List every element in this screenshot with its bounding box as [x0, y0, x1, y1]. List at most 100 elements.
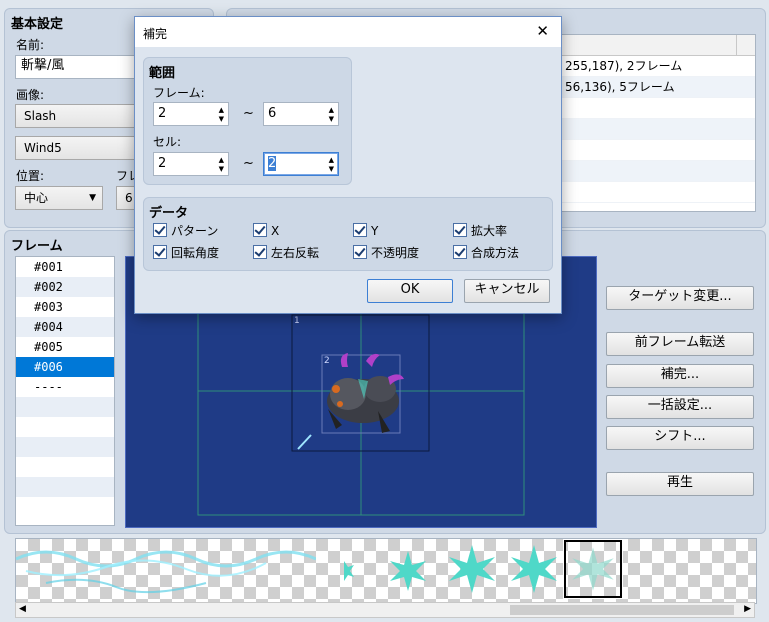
- timing-row-empty[interactable]: [561, 161, 755, 182]
- checkbox-checked-icon[interactable]: [353, 223, 367, 237]
- burst-thumb: [344, 561, 354, 581]
- timing-row-empty[interactable]: [561, 119, 755, 140]
- dialog-title: 補完: [143, 27, 168, 41]
- position-select[interactable]: 中心 ▼: [15, 186, 103, 210]
- target-change-button[interactable]: ターゲット変更...: [606, 286, 754, 310]
- blend-checkbox-label: 合成方法: [471, 246, 520, 260]
- spin-up-icon[interactable]: ▲: [329, 156, 334, 164]
- monster-sprite: [327, 353, 404, 433]
- frame-item-selected[interactable]: #006: [16, 357, 114, 377]
- frame-item[interactable]: #004: [16, 317, 114, 337]
- timing-row-empty[interactable]: [561, 140, 755, 161]
- scale-checkbox-label: 拡大率: [471, 224, 508, 238]
- image2-value: Wind5: [24, 141, 62, 155]
- checkbox-checked-icon[interactable]: [453, 223, 467, 237]
- cell-to-spinner[interactable]: 2 ▲ ▼: [263, 152, 339, 176]
- cell-label-1: 1: [294, 316, 300, 326]
- y-checkbox[interactable]: Y: [353, 223, 378, 239]
- play-button[interactable]: 再生: [606, 472, 754, 496]
- mirror-checkbox[interactable]: 左右反転: [253, 245, 319, 261]
- range-title: 範囲: [149, 66, 176, 81]
- checkbox-checked-icon[interactable]: [253, 223, 267, 237]
- spin-down-icon[interactable]: ▼: [329, 165, 334, 173]
- tween-button[interactable]: 補完...: [606, 364, 754, 388]
- frame-to-value: 6: [268, 106, 277, 121]
- frame-from-spinner[interactable]: 2 ▲ ▼: [153, 102, 229, 126]
- cancel-button[interactable]: キャンセル: [464, 279, 550, 303]
- frame-item[interactable]: ----: [16, 377, 114, 397]
- frames-count-value: 6: [125, 191, 133, 205]
- timing-row[interactable]: 255,187), 2フレーム: [561, 56, 755, 77]
- checkbox-checked-icon[interactable]: [153, 223, 167, 237]
- x-checkbox-label: X: [271, 224, 280, 238]
- checkbox-checked-icon[interactable]: [353, 245, 367, 259]
- x-checkbox[interactable]: X: [253, 223, 279, 239]
- frame-item-empty: [16, 457, 114, 477]
- spin-up-icon[interactable]: ▲: [219, 156, 224, 164]
- selected-pattern-cell[interactable]: [563, 539, 623, 599]
- rotation-checkbox[interactable]: 回転角度: [153, 245, 219, 261]
- scroll-right-icon[interactable]: ▶: [744, 604, 751, 614]
- frame-item[interactable]: #005: [16, 337, 114, 357]
- cell-range-label: セル:: [153, 135, 182, 149]
- image1-value: Slash: [24, 109, 57, 123]
- batch-settings-button[interactable]: 一括設定...: [606, 395, 754, 419]
- data-title: データ: [149, 206, 189, 221]
- position-label: 位置:: [16, 169, 45, 183]
- blend-checkbox[interactable]: 合成方法: [453, 245, 519, 261]
- name-label: 名前:: [16, 38, 45, 52]
- checkbox-checked-icon[interactable]: [253, 245, 267, 259]
- scroll-left-icon[interactable]: ◀: [19, 604, 26, 614]
- burst-thumb: [449, 545, 495, 593]
- opacity-checkbox-label: 不透明度: [371, 246, 420, 260]
- frame-item-empty: [16, 437, 114, 457]
- pattern-scrollbar[interactable]: ◀ ▶: [15, 602, 755, 618]
- timing-list-header: [561, 35, 755, 56]
- spin-up-icon[interactable]: ▲: [219, 106, 224, 114]
- checkbox-checked-icon[interactable]: [153, 245, 167, 259]
- ok-button[interactable]: OK: [367, 279, 453, 303]
- prev-frame-copy-button[interactable]: 前フレーム転送: [606, 332, 754, 356]
- shift-button[interactable]: シフト...: [606, 426, 754, 450]
- frame-range-tilde: ~: [243, 106, 254, 121]
- cell-to-value: 2: [268, 156, 277, 171]
- dialog-titlebar: 補完 ✕: [135, 17, 561, 47]
- timing-row-empty[interactable]: [561, 98, 755, 119]
- scale-checkbox[interactable]: 拡大率: [453, 223, 507, 239]
- tween-dialog: 補完 ✕ 範囲 フレーム: 2 ▲ ▼ ~ 6 ▲ ▼ セル: 2 ▲ ▼ ~ …: [134, 16, 562, 314]
- spin-down-icon[interactable]: ▼: [219, 115, 224, 123]
- pattern-checkbox[interactable]: パターン: [153, 223, 218, 239]
- close-icon[interactable]: ✕: [536, 22, 549, 40]
- scrollbar-thumb[interactable]: [510, 605, 734, 615]
- timing-list[interactable]: 255,187), 2フレーム 56,136), 5フレーム: [560, 34, 756, 212]
- cell-range-tilde: ~: [243, 156, 254, 171]
- pattern-strip[interactable]: [15, 538, 757, 604]
- frames-title: フレーム: [11, 239, 63, 254]
- burst-thumb: [390, 551, 426, 591]
- position-value: 中心: [24, 191, 49, 205]
- spin-up-icon[interactable]: ▲: [329, 106, 334, 114]
- frame-range-label: フレーム:: [153, 86, 205, 100]
- timing-row[interactable]: 56,136), 5フレーム: [561, 77, 755, 98]
- frame-item[interactable]: #003: [16, 297, 114, 317]
- frame-to-spinner[interactable]: 6 ▲ ▼: [263, 102, 339, 126]
- frame-list[interactable]: #001 #002 #003 #004 #005 #006 ----: [15, 256, 115, 526]
- frame-item[interactable]: #002: [16, 277, 114, 297]
- y-checkbox-label: Y: [371, 224, 379, 238]
- burst-thumb: [572, 547, 614, 591]
- spin-down-icon[interactable]: ▼: [219, 165, 224, 173]
- rotation-checkbox-label: 回転角度: [171, 246, 220, 260]
- opacity-checkbox[interactable]: 不透明度: [353, 245, 419, 261]
- pattern-checkbox-label: パターン: [171, 224, 219, 238]
- wind-pattern-thumbs: [16, 550, 316, 594]
- frame-item[interactable]: #001: [16, 257, 114, 277]
- spin-down-icon[interactable]: ▼: [329, 115, 334, 123]
- frame-item-empty: [16, 397, 114, 417]
- frame-item-empty: [16, 477, 114, 497]
- timing-row-empty[interactable]: [561, 182, 755, 203]
- cell-from-spinner[interactable]: 2 ▲ ▼: [153, 152, 229, 176]
- burst-thumb: [511, 545, 557, 593]
- basic-settings-title: 基本設定: [11, 17, 64, 32]
- cell-from-value: 2: [158, 156, 167, 171]
- checkbox-checked-icon[interactable]: [453, 245, 467, 259]
